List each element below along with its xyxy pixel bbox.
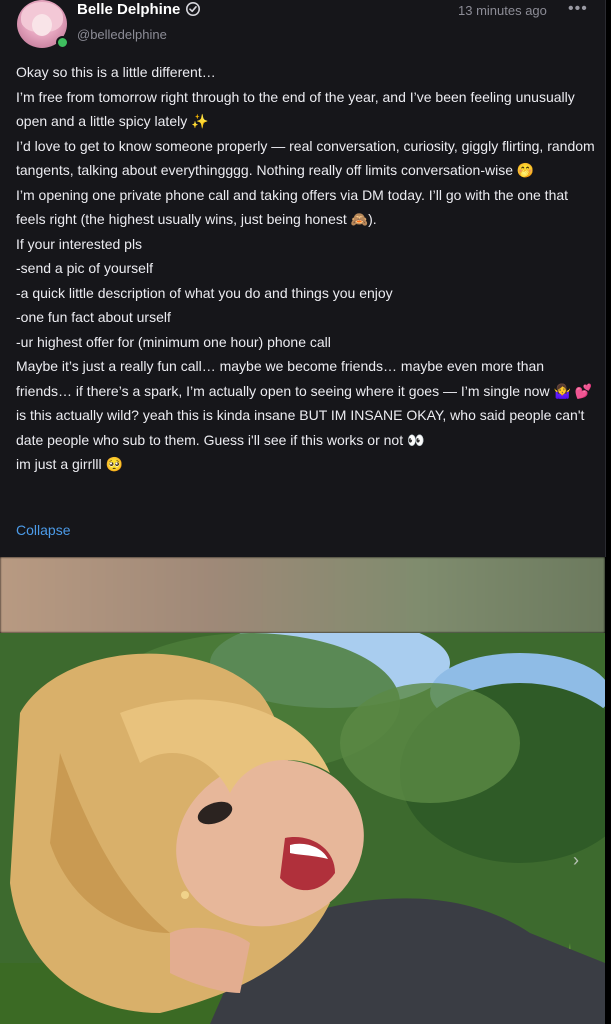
- chevron-right-icon[interactable]: ›: [573, 850, 579, 871]
- online-status-dot: [56, 36, 69, 49]
- verified-badge-icon: [186, 2, 200, 16]
- post-media[interactable]: [0, 557, 605, 1024]
- post-body-text: Okay so this is a little different… I’m …: [16, 64, 595, 472]
- avatar-face: [32, 14, 52, 36]
- author-handle[interactable]: @belledelphine: [77, 27, 167, 42]
- more-options-icon[interactable]: •••: [568, 0, 588, 18]
- author-name[interactable]: Belle Delphine: [77, 1, 180, 18]
- photo-illustration: [0, 633, 605, 1024]
- post-photo[interactable]: [0, 633, 605, 1024]
- post-card: Belle Delphine @belledelphine 13 minutes…: [0, 0, 606, 557]
- collapse-link[interactable]: Collapse: [16, 522, 70, 538]
- post-timestamp: 13 minutes ago: [458, 3, 547, 18]
- media-blur-header: [0, 557, 605, 633]
